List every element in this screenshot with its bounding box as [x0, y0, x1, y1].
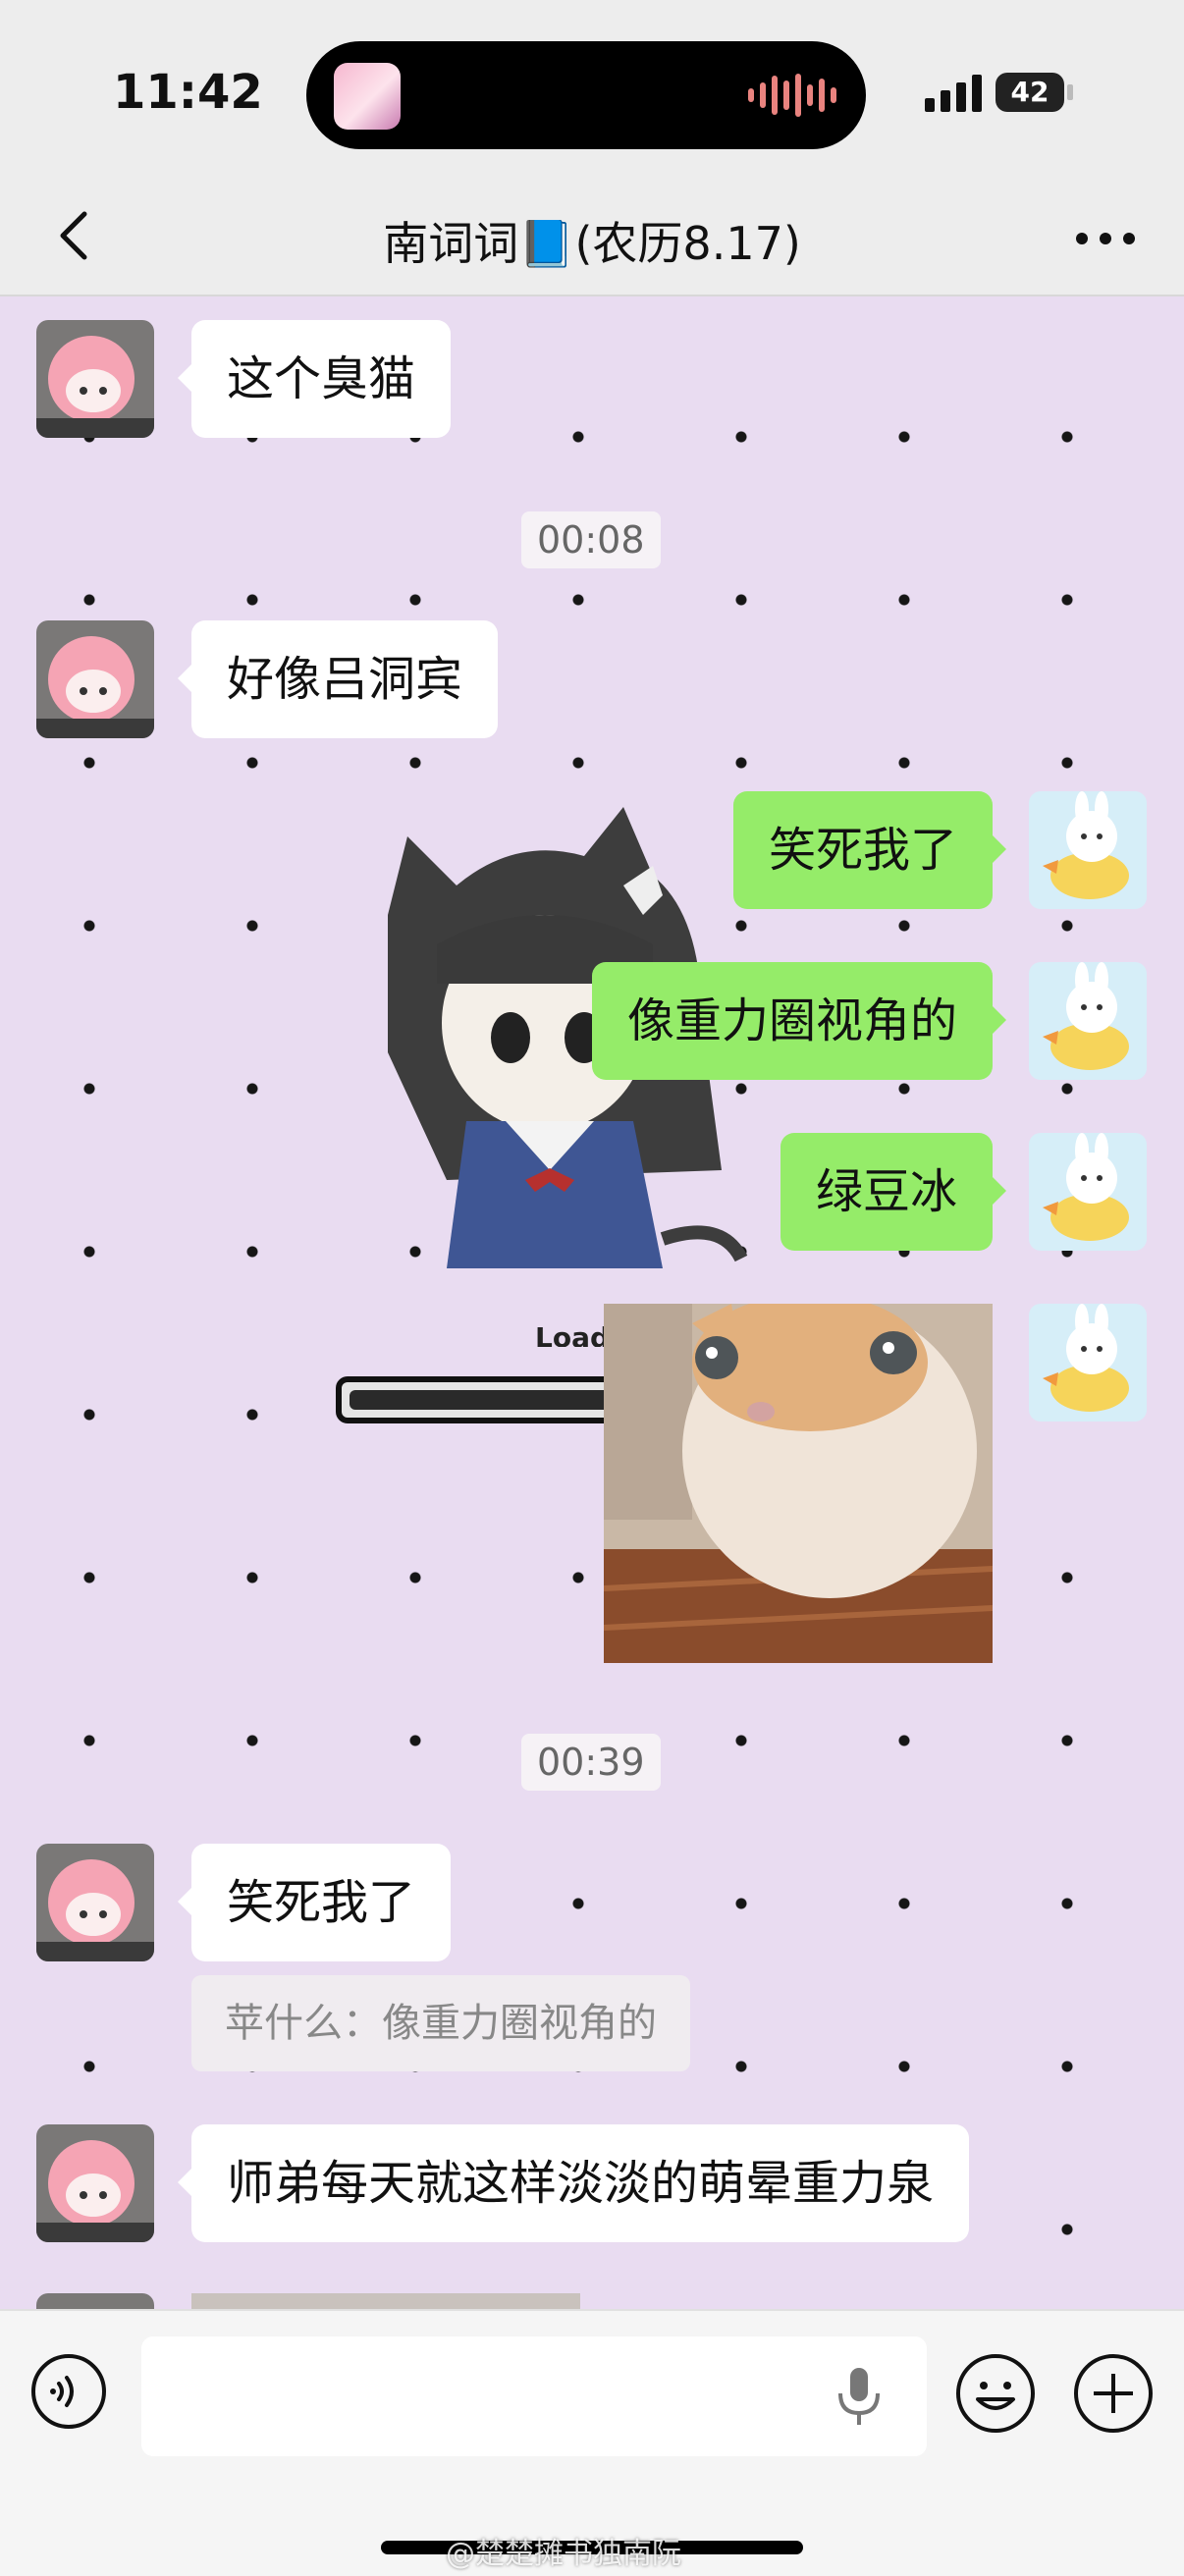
now-playing-artwork — [334, 63, 401, 130]
audio-waveform-icon — [748, 73, 836, 118]
status-time: 11:42 — [113, 65, 263, 120]
chat-message-list[interactable]: Loading 这个臭猫 00:08 好像吕洞宾 笑死我了 像重力圈视角的 绿豆… — [0, 296, 1184, 2309]
message-bubble-incoming[interactable]: 笑死我了 — [177, 1844, 452, 1961]
contact-avatar[interactable] — [36, 2293, 154, 2309]
dynamic-island[interactable] — [306, 41, 866, 149]
message-bubble-outgoing[interactable]: 像重力圈视角的 — [591, 962, 1007, 1080]
status-bar: 11:42 42 — [0, 0, 1184, 187]
contact-avatar[interactable] — [36, 620, 154, 738]
voice-input-icon[interactable] — [29, 2352, 108, 2431]
message-timestamp: 00:39 — [521, 1734, 661, 1791]
message-bubble-incoming[interactable]: 好像吕洞宾 — [177, 620, 499, 738]
cellular-signal-icon — [925, 71, 982, 112]
my-avatar[interactable] — [1029, 1133, 1147, 1251]
loading-progress-bar — [336, 1376, 630, 1423]
message-bubble-outgoing[interactable]: 笑死我了 — [732, 791, 1007, 909]
my-avatar[interactable] — [1029, 791, 1147, 909]
message-input[interactable] — [141, 2336, 927, 2456]
message-bubble-incoming[interactable]: 这个臭猫 — [177, 320, 452, 438]
quoted-reply[interactable]: 苹什么：像重力圈视角的 — [191, 1975, 690, 2071]
my-avatar[interactable] — [1029, 962, 1147, 1080]
image-message-partial[interactable] — [191, 2293, 580, 2309]
contact-avatar[interactable] — [36, 320, 154, 438]
add-attachment-icon[interactable] — [1072, 2352, 1155, 2435]
battery-icon: 42 — [996, 73, 1064, 112]
microphone-icon[interactable] — [827, 2362, 891, 2429]
message-bubble-outgoing[interactable]: 绿豆冰 — [780, 1133, 1007, 1251]
more-options-icon[interactable] — [1066, 216, 1145, 261]
message-timestamp: 00:08 — [521, 511, 661, 568]
chat-header: 南词词📘(农历8.17) — [0, 187, 1184, 296]
chat-title: 南词词📘(农历8.17) — [383, 217, 801, 270]
cat-photo-message[interactable] — [604, 1304, 993, 1663]
contact-avatar[interactable] — [36, 2124, 154, 2242]
watermark-text: @楚楚摊书独南阮 — [446, 2537, 681, 2571]
my-avatar[interactable] — [1029, 1304, 1147, 1422]
contact-avatar[interactable] — [36, 1844, 154, 1961]
emoji-icon[interactable] — [954, 2352, 1037, 2435]
battery-cap — [1067, 84, 1073, 100]
message-bubble-incoming[interactable]: 师弟每天就这样淡淡的萌晕重力泉 — [177, 2124, 970, 2242]
